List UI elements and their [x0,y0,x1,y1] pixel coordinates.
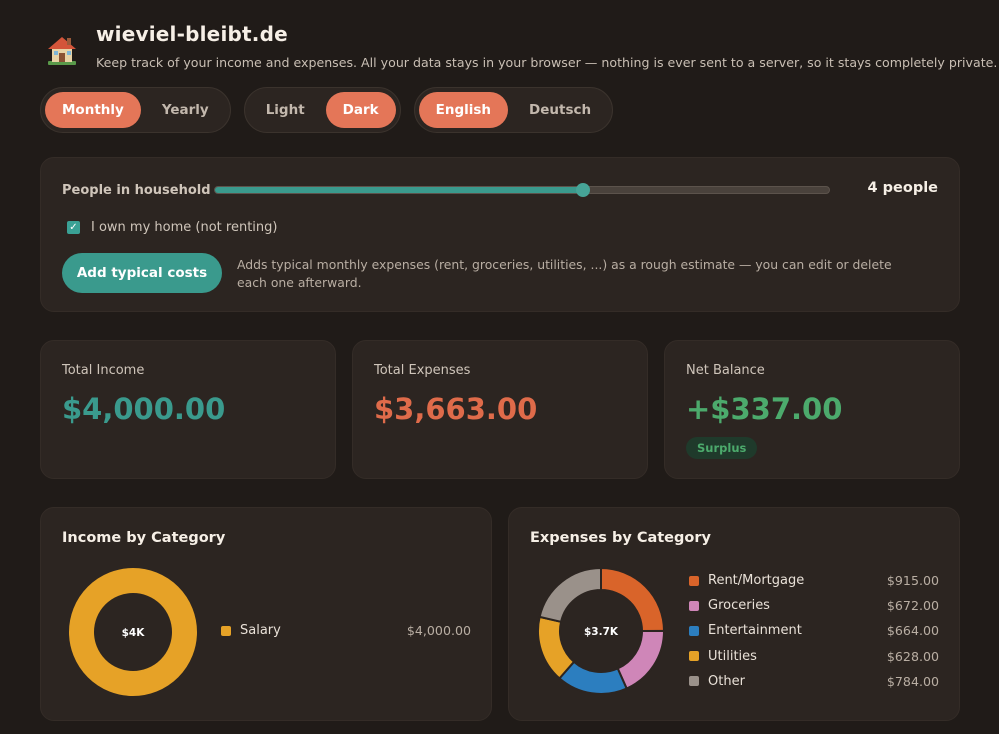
legend-item: Entertainment [689,623,802,638]
surplus-badge: Surplus [686,437,758,459]
legend-label: Salary [240,623,281,638]
period-toggle: Monthly Yearly [40,87,231,133]
english-button[interactable]: English [418,92,509,128]
dark-theme-button[interactable]: Dark [325,92,396,128]
expenses-chart-title: Expenses by Category [530,530,711,546]
deutsch-button[interactable]: Deutsch [512,92,608,128]
theme-toggle: Light Dark [243,87,401,133]
site-title: wieviel-bleibt.de [96,22,288,46]
net-balance-value: +$337.00 [686,392,843,426]
slider-fill [215,187,584,193]
legend-swatch [689,676,699,687]
own-home-label[interactable]: I own my home (not renting) [91,220,277,235]
donut-center-label: $3.7K [584,626,619,638]
yearly-button[interactable]: Yearly [145,92,226,128]
legend-value: $672.00 [886,598,939,614]
legend-label: Utilities [708,648,757,664]
settings-toggles: Monthly Yearly Light Dark English Deutsc… [40,87,614,133]
legend-value: $915.00 [886,573,939,588]
legend-label: Rent/Mortgage [708,573,805,588]
total-income-label: Total Income [62,363,145,378]
legend-value: $628.00 [886,648,939,664]
household-label: People in household [62,183,211,198]
legend-value: $4,000.00 [406,623,471,638]
add-costs-description: Adds typical monthly expenses (rent, gro… [237,257,892,290]
monthly-button[interactable]: Monthly [45,92,141,128]
donut-slice-utilities[interactable] [537,615,576,680]
income-donut-chart: $4K [69,568,197,696]
legend-value: $784.00 [886,673,939,689]
total-expenses-label: Total Expenses [374,363,471,378]
total-expenses-card: Total Expenses $3,663.00 [352,340,648,479]
language-toggle: English Deutsch [413,87,614,133]
legend-label: Entertainment [708,623,802,639]
income-chart-card: Income by Category $4K Salary $4,000.00 [40,507,492,721]
net-balance-label: Net Balance [686,363,765,378]
legend-item: Salary [221,623,281,638]
total-expenses-value: $3,663.00 [374,392,538,426]
legend-label: Groceries [708,598,770,614]
household-card: People in household 4 people ✓ I own my … [40,157,960,312]
donut-slice-other[interactable] [538,567,602,624]
legend-item: Utilities [689,649,757,664]
legend-swatch [221,625,231,636]
slider-thumb[interactable] [576,183,591,197]
household-slider[interactable] [214,183,830,197]
legend-item: Other [689,674,745,689]
legend-swatch [689,575,699,586]
own-home-checkbox[interactable]: ✓ [67,221,80,234]
legend-label: Other [708,673,745,689]
legend-swatch [689,600,699,611]
add-typical-costs-button[interactable]: Add typical costs [62,253,222,293]
donut-center-label: $4K [122,627,146,639]
house-icon [48,37,76,65]
own-home-row: ✓ I own my home (not renting) [67,220,277,235]
net-balance-card: Net Balance +$337.00 Surplus [664,340,960,479]
tagline: Keep track of your income and expenses. … [96,55,998,70]
expenses-chart-card: Expenses by Category $3.7K Rent/Mortgage… [508,507,960,721]
donut-slice-groceries[interactable] [616,629,665,690]
light-theme-button[interactable]: Light [249,92,322,128]
legend-swatch [689,651,699,662]
income-chart-title: Income by Category [62,530,226,546]
people-count: 4 people [867,180,939,196]
legend-item: Rent/Mortgage [689,573,804,588]
total-income-value: $4,000.00 [62,392,226,426]
legend-swatch [689,625,699,636]
total-income-card: Total Income $4,000.00 [40,340,336,479]
donut-slice-rent-mortgage[interactable] [600,567,665,632]
legend-item: Groceries [689,598,770,613]
legend-value: $664.00 [886,623,939,639]
header: wieviel-bleibt.de Keep track of your inc… [44,22,997,70]
expenses-donut-chart: $3.7K [537,567,665,695]
